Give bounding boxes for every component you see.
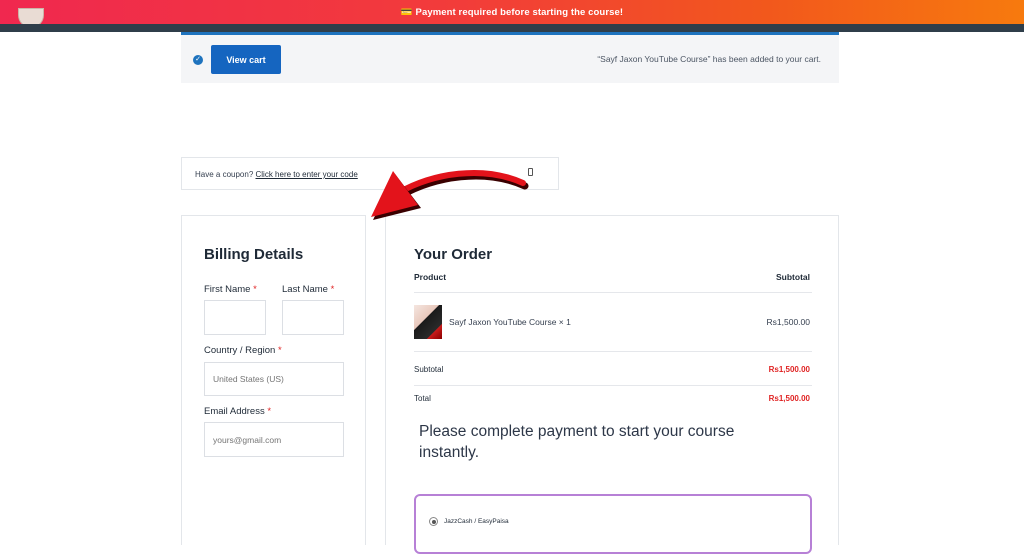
payment-method-box[interactable]: JazzCash / EasyPaisa: [414, 494, 812, 554]
first-name-label-text: First Name: [204, 284, 251, 295]
country-region-field[interactable]: [204, 362, 344, 396]
last-name-field[interactable]: [282, 300, 344, 335]
check-circle-icon: ✓: [193, 55, 203, 65]
payment-message: Please complete payment to start your co…: [419, 423, 735, 461]
required-mark: *: [267, 406, 272, 417]
payment-radio[interactable]: [429, 517, 438, 526]
order-item-price: Rs1,500.00: [766, 317, 810, 327]
banner-text: 💳 Payment required before starting the c…: [400, 6, 624, 18]
red-arrow-annotation: [371, 170, 529, 220]
divider: [414, 292, 812, 293]
last-name-label: Last Name *: [282, 284, 334, 295]
your-order-panel: Your Order Product Subtotal Sayf Jaxon Y…: [385, 215, 839, 554]
last-name-label-text: Last Name: [282, 284, 328, 295]
coupon-prompt: Have a coupon?: [195, 170, 254, 179]
announcement-banner: 💳 Payment required before starting the c…: [0, 0, 1024, 28]
first-name-label: First Name *: [204, 284, 257, 295]
course-thumbnail: [414, 305, 442, 339]
email-label-text: Email Address: [204, 406, 265, 417]
billing-title: Billing Details: [204, 246, 304, 263]
total-value: Rs1,500.00: [768, 394, 810, 403]
divider: [414, 385, 812, 386]
required-mark: *: [253, 284, 257, 295]
total-label: Total: [414, 394, 431, 403]
email-label: Email Address *: [204, 406, 271, 417]
subtotal-column-header: Subtotal: [776, 272, 810, 282]
coupon-text: Have a coupon? Click here to enter your …: [195, 170, 358, 179]
payment-option-label: JazzCash / EasyPaisa: [444, 518, 509, 525]
required-mark: *: [277, 345, 282, 356]
required-mark: *: [330, 284, 335, 295]
country-label-text: Country / Region: [204, 345, 276, 356]
view-cart-button[interactable]: View cart: [211, 45, 281, 74]
order-item-name: Sayf Jaxon YouTube Course × 1: [449, 317, 571, 327]
product-column-header: Product: [414, 272, 447, 282]
country-label: Country / Region *: [204, 345, 282, 356]
email-field[interactable]: [204, 422, 344, 457]
coupon-link[interactable]: Click here to enter your code: [256, 170, 358, 179]
order-title: Your Order: [414, 246, 493, 263]
subtotal-label: Subtotal: [414, 365, 444, 374]
first-name-field[interactable]: [204, 300, 266, 335]
divider: [414, 351, 812, 352]
cart-notice: ✓ View cart “Sayf Jaxon YouTube Course” …: [181, 35, 839, 83]
navbar: [0, 24, 1024, 32]
billing-details-panel: Billing Details First Name * Last Name *…: [181, 215, 366, 545]
subtotal-value: Rs1,500.00: [768, 365, 810, 374]
cart-notice-message: “Sayf Jaxon YouTube Course” has been add…: [597, 54, 821, 64]
